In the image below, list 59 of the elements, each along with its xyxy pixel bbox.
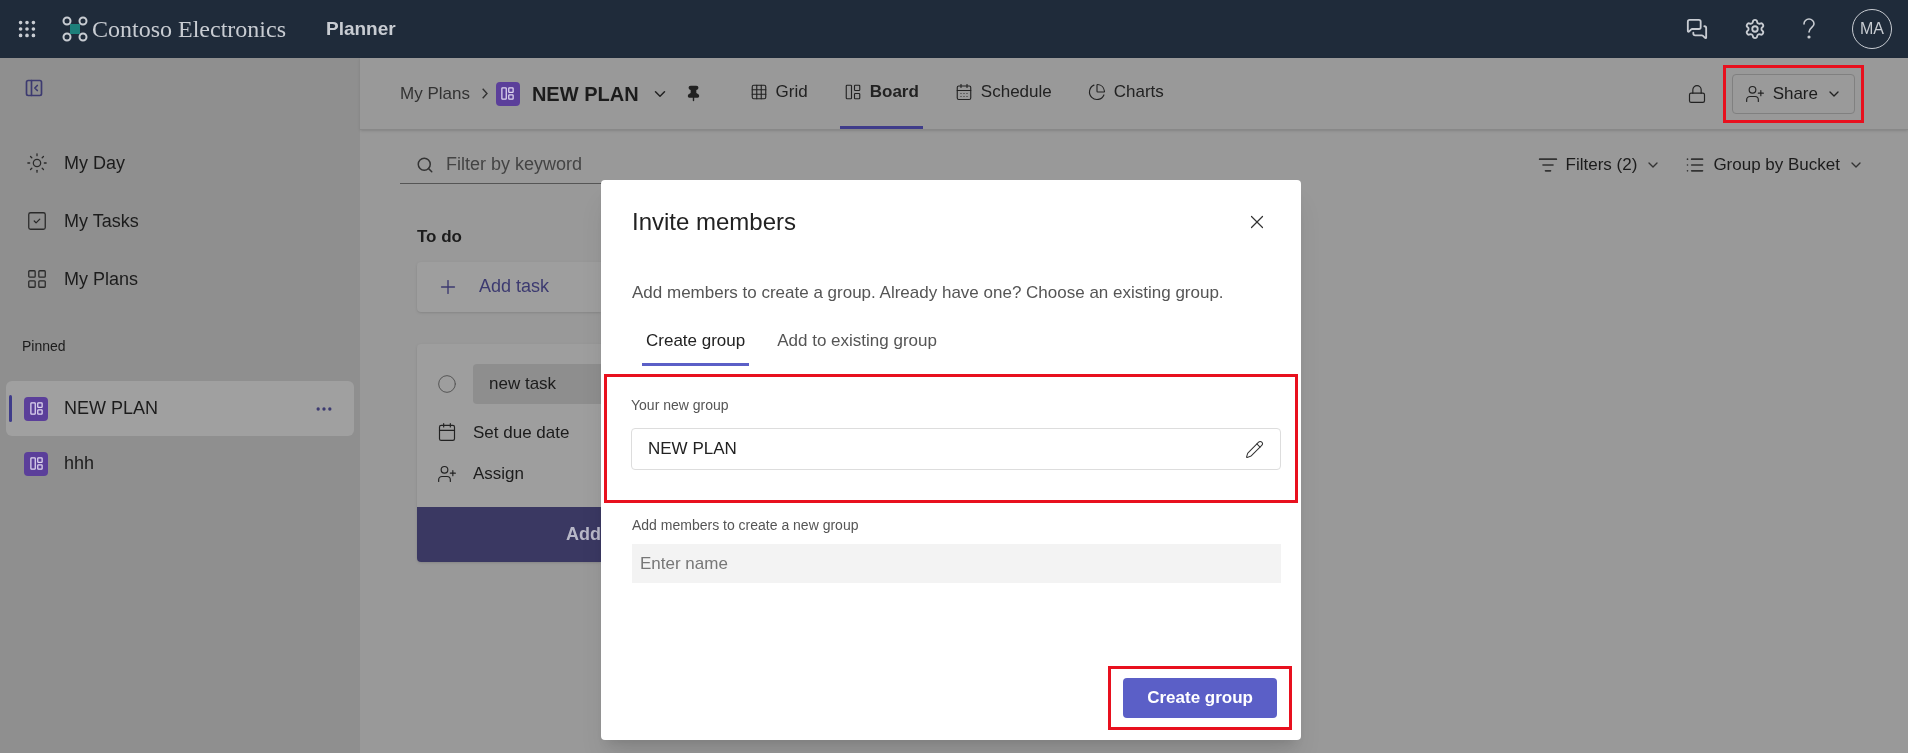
plan-icon bbox=[495, 81, 520, 106]
group-by-button[interactable]: Group by Bucket bbox=[1685, 152, 1864, 178]
board-icon bbox=[843, 83, 862, 101]
add-person-icon bbox=[437, 463, 457, 484]
app-name: Planner bbox=[325, 16, 396, 41]
chevron-right-icon bbox=[481, 88, 488, 99]
bucket-title: To do bbox=[417, 226, 463, 248]
add-person-icon bbox=[1744, 83, 1765, 104]
app-launcher-icon[interactable] bbox=[16, 18, 38, 40]
dialog-tab[interactable]: Create group bbox=[642, 327, 750, 366]
help-icon[interactable] bbox=[1802, 18, 1816, 40]
add-task-button[interactable]: Add task bbox=[417, 261, 601, 312]
settings-icon[interactable] bbox=[1744, 18, 1766, 40]
sun-icon bbox=[26, 152, 48, 174]
feedback-icon[interactable] bbox=[1686, 18, 1708, 40]
create-group-button[interactable]: Create group bbox=[1123, 678, 1277, 718]
view-tab[interactable]: Charts bbox=[1083, 58, 1168, 129]
nav-item[interactable]: My Tasks bbox=[6, 192, 354, 250]
lock-icon bbox=[1686, 83, 1707, 104]
selection-indicator bbox=[9, 395, 12, 422]
view-tab[interactable]: Board bbox=[839, 58, 923, 129]
checkbox-icon[interactable] bbox=[437, 373, 457, 394]
grid-icon bbox=[26, 268, 48, 290]
search-icon bbox=[416, 155, 434, 174]
dialog-tab[interactable]: Add to existing group bbox=[773, 327, 941, 366]
plan-icon bbox=[24, 396, 48, 421]
dialog-description: Add members to create a group. Already have one? Choose an existing group. bbox=[631, 282, 1225, 304]
brand-name: Contoso Electronics bbox=[92, 15, 286, 44]
pinned-plan[interactable]: hhh bbox=[6, 436, 354, 491]
share-button[interactable]: Share bbox=[1731, 73, 1855, 114]
collapse-sidebar-icon[interactable] bbox=[24, 78, 44, 98]
view-tab[interactable]: Schedule bbox=[950, 58, 1056, 129]
plan-icon bbox=[24, 451, 48, 476]
list-icon bbox=[1685, 155, 1706, 175]
add-task-submit-button[interactable]: Add bbox=[417, 506, 601, 562]
enter-name-field[interactable]: Enter name bbox=[632, 544, 1281, 583]
section-label: Pinned bbox=[22, 337, 66, 356]
view-tab[interactable]: Grid bbox=[745, 58, 812, 129]
grid-icon bbox=[749, 83, 768, 101]
nav-item[interactable]: My Day bbox=[6, 134, 354, 192]
assign-button[interactable]: Assign bbox=[417, 461, 601, 487]
calendar-icon bbox=[954, 83, 973, 101]
field-label: Add members to create a new group bbox=[631, 516, 860, 535]
plan-title[interactable]: NEW PLAN bbox=[531, 78, 639, 109]
nav-item[interactable]: My Plans bbox=[6, 250, 354, 308]
group-name-field[interactable]: NEW PLAN bbox=[631, 428, 1281, 470]
calendar-icon bbox=[437, 422, 457, 443]
filters-button[interactable]: Filters (2) bbox=[1537, 152, 1662, 178]
dialog-title: Invite members bbox=[632, 207, 797, 237]
check-icon bbox=[26, 210, 48, 232]
pinned-plan[interactable]: NEW PLAN bbox=[6, 381, 354, 436]
logo-icon bbox=[62, 16, 88, 42]
edit-icon[interactable] bbox=[1245, 439, 1264, 459]
breadcrumb-link[interactable]: My Plans bbox=[400, 80, 470, 107]
filter-icon bbox=[1537, 155, 1558, 175]
pie-chart-icon bbox=[1087, 83, 1106, 101]
field-label: Your new group bbox=[631, 396, 730, 415]
task-name-field[interactable]: new task bbox=[473, 363, 601, 404]
due-date-button[interactable]: Set due date bbox=[417, 419, 601, 445]
